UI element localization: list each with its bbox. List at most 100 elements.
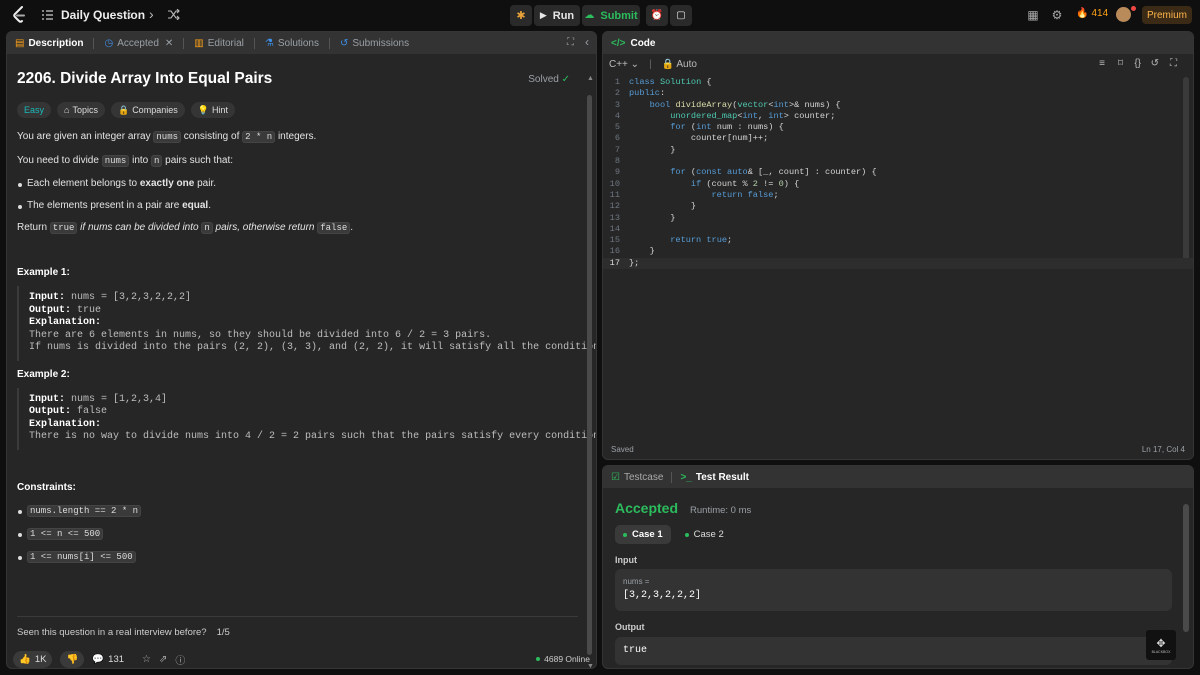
format-icon[interactable]: ≡ xyxy=(1099,58,1105,69)
avatar[interactable] xyxy=(1116,7,1131,22)
case-tabs: Case 1 Case 2 xyxy=(615,525,732,544)
case-label: Case 2 xyxy=(693,529,724,540)
settings-gear-icon[interactable]: ⚙ xyxy=(1048,6,1066,24)
maximize-icon[interactable]: ⛶ xyxy=(567,37,574,48)
notification-dot xyxy=(1131,6,1136,11)
autocomplete-toggle[interactable]: 🔒 Auto xyxy=(662,59,697,70)
layout-grid-icon[interactable]: ▦ xyxy=(1024,6,1042,24)
close-icon[interactable]: ✕ xyxy=(165,38,173,49)
comments-button[interactable]: 💬 131 xyxy=(92,654,124,665)
value: false xyxy=(71,406,108,417)
inline-code: 1 <= n <= 500 xyxy=(27,527,104,540)
value: If nums is divided into the pairs (2, 2)… xyxy=(29,342,597,353)
verdict-row: Accepted Runtime: 0 ms xyxy=(615,500,751,516)
scroll-up-icon[interactable]: ▲ xyxy=(587,75,594,82)
notes-button[interactable]: ▢ xyxy=(670,5,692,26)
book-icon: ▥ xyxy=(194,37,204,49)
reset-icon[interactable]: ↺ xyxy=(1151,58,1159,69)
timer-button[interactable]: ⏰ xyxy=(646,5,668,26)
text: Each element belongs to xyxy=(27,178,140,189)
prev-question-icon[interactable]: ‹ xyxy=(127,6,132,22)
online-dot xyxy=(536,657,541,661)
result-scrollbar[interactable] xyxy=(1183,504,1189,632)
value: true xyxy=(71,304,102,316)
submit-button[interactable]: ☁ Submit xyxy=(582,5,640,26)
constraint-item: 1 <= nums[i] <= 500 xyxy=(17,550,586,563)
tab-label: Accepted xyxy=(117,37,159,49)
online-label: 4689 Online xyxy=(544,654,590,664)
editor-status-bar: Saved Ln 17, Col 4 xyxy=(603,439,1193,459)
case-1-tab[interactable]: Case 1 xyxy=(615,525,671,544)
chip-label: Companies xyxy=(132,105,178,115)
collapse-icon[interactable]: ‹ xyxy=(585,35,589,49)
inline-code: n xyxy=(151,155,163,167)
divider xyxy=(17,616,578,617)
fullscreen-icon[interactable]: ⛶ xyxy=(1170,58,1177,69)
topics-chip[interactable]: ⌂ Topics xyxy=(57,102,105,118)
bookmark-icon[interactable]: ⌑ xyxy=(1118,58,1123,69)
label: Input: xyxy=(29,393,66,405)
tab-testcase[interactable]: ☑ Testcase xyxy=(611,472,663,483)
code-brackets-icon: </> xyxy=(611,37,626,49)
case-label: Case 1 xyxy=(632,529,663,540)
difficulty-badge: Easy xyxy=(17,102,52,118)
next-question-icon[interactable]: › xyxy=(149,6,154,22)
leetcode-logo-icon[interactable] xyxy=(12,6,28,24)
hint-chip[interactable]: 💡 Hint xyxy=(190,102,235,118)
star-icon[interactable]: ☆ xyxy=(142,654,151,665)
description-tabs: ▤ Description ◷ Accepted ✕ ▥ Editorial ⚗ Solu… xyxy=(7,32,596,54)
tab-test-result[interactable]: >_ Test Result xyxy=(680,472,749,483)
return-paragraph: Return true if nums can be divided into … xyxy=(17,221,586,235)
shuffle-icon[interactable] xyxy=(168,9,180,20)
text: You need to divide xyxy=(17,155,102,166)
description-scrollbar[interactable]: ▲ ▼ xyxy=(586,75,594,668)
history-icon: ↺ xyxy=(340,37,349,49)
companies-chip[interactable]: 🔒 Companies xyxy=(110,102,185,118)
blackbox-badge[interactable]: ✥ BLACKBOX xyxy=(1146,630,1176,660)
thumbs-down-icon: 👎 xyxy=(66,653,79,665)
watermark-label: BLACKBOX xyxy=(1151,649,1171,654)
interview-page: 1/5 xyxy=(216,627,230,638)
text: You are given an integer array xyxy=(17,131,154,142)
tab-submissions[interactable]: ↺ Submissions xyxy=(340,38,409,49)
rule-item: The elements present in a pair are equal… xyxy=(17,200,586,211)
tab-label: Description xyxy=(28,37,84,49)
inline-code: true xyxy=(49,222,78,234)
inline-code: nums xyxy=(101,155,130,167)
debug-button[interactable]: ✱ xyxy=(510,5,532,26)
help-icon[interactable]: ⓘ xyxy=(175,652,185,667)
example-2-title: Example 2: xyxy=(17,368,70,380)
code-panel: </> Code C++ ⌄ | 🔒 Auto ≡ ⌑ {} ↺ ⛶ 1 class… xyxy=(602,31,1194,460)
verdict-label: Accepted xyxy=(615,500,679,516)
label: Output: xyxy=(29,406,72,417)
comment-count: 131 xyxy=(108,653,125,665)
code-editor[interactable]: 1 class Solution { 2 public: 3 bool divide… xyxy=(603,77,1193,270)
tag-icon: ⌂ xyxy=(64,105,70,115)
streak-counter[interactable]: 🔥 414 xyxy=(1076,8,1108,19)
like-button[interactable]: 👍 1K xyxy=(13,650,53,668)
tab-solutions[interactable]: ⚗ Solutions xyxy=(265,38,319,49)
braces-icon[interactable]: {} xyxy=(1134,58,1141,69)
cloud-upload-icon: ☁ xyxy=(584,10,595,21)
tab-editorial[interactable]: ▥ Editorial xyxy=(194,38,244,49)
bug-icon: ✱ xyxy=(516,10,526,22)
share-icon[interactable]: ⇗ xyxy=(159,654,167,665)
text: . xyxy=(208,200,211,211)
premium-button[interactable]: Premium xyxy=(1142,6,1192,24)
pass-dot xyxy=(684,532,689,537)
inline-code: nums xyxy=(153,131,181,143)
language-select[interactable]: C++ ⌄ xyxy=(609,59,639,70)
case-2-tab[interactable]: Case 2 xyxy=(677,525,732,544)
text: Return xyxy=(17,222,50,233)
scroll-thumb[interactable] xyxy=(587,95,592,655)
divider xyxy=(253,37,255,49)
dislike-button[interactable]: 👎 xyxy=(60,650,85,668)
cursor-position: Ln 17, Col 4 xyxy=(1141,444,1185,454)
example-1-block: Input: nums = [3,2,3,2,2,2] Output: true… xyxy=(17,286,596,361)
like-count: 1K xyxy=(34,653,47,665)
run-button[interactable]: ▶ Run xyxy=(534,5,580,26)
lock-icon: 🔒 xyxy=(661,58,675,70)
tab-description[interactable]: ▤ Description xyxy=(15,38,83,49)
tab-accepted[interactable]: ◷ Accepted ✕ xyxy=(104,38,173,49)
result-tabs: ☑ Testcase >_ Test Result xyxy=(603,466,1193,488)
